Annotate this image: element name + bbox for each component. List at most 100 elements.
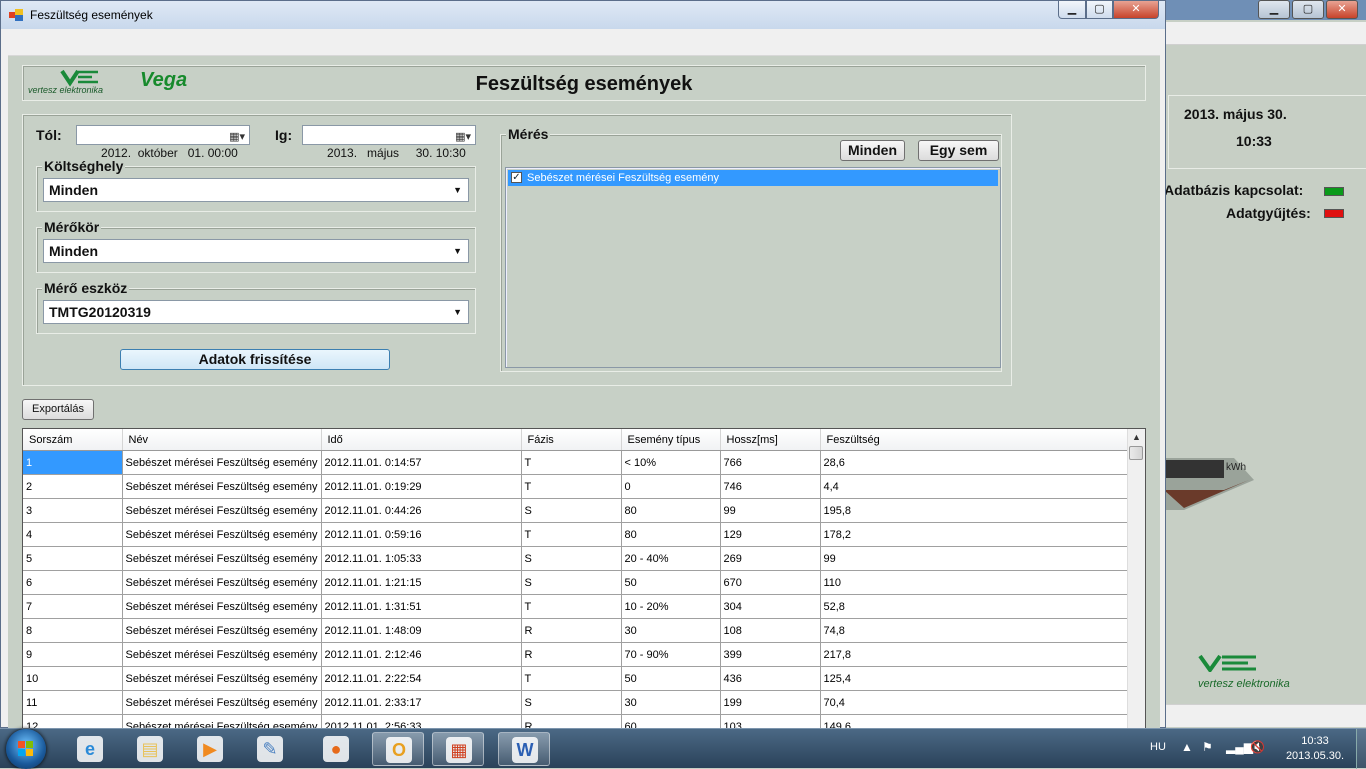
cell-hossz[interactable]: 670 <box>720 570 821 595</box>
to-date-picker[interactable]: 2013. május 30. 10:30 ▦▾ <box>302 125 476 160</box>
taskbar-app-button[interactable]: e <box>64 732 116 766</box>
table-row[interactable]: 5 Sebészet mérései Feszültség esemény 2012… <box>23 546 1130 571</box>
cell-nev[interactable]: Sebészet mérései Feszültség esemény <box>122 594 322 619</box>
cell-sorszam[interactable]: 2 <box>23 474 123 499</box>
cell-ido[interactable]: 2012.11.01. 2:33:17 <box>321 690 522 715</box>
cell-esemeny-tipus[interactable]: 20 - 40% <box>621 546 721 571</box>
cell-esemeny-tipus[interactable]: 30 <box>621 618 721 643</box>
start-button[interactable] <box>6 729 46 769</box>
cell-ido[interactable]: 2012.11.01. 1:21:15 <box>321 570 522 595</box>
system-clock[interactable]: 10:33 2013.05.30. <box>1280 734 1350 764</box>
column-header-ido[interactable]: Idő <box>321 429 522 451</box>
cell-esemeny-tipus[interactable]: 50 <box>621 666 721 691</box>
cell-hossz[interactable]: 436 <box>720 666 821 691</box>
scrollbar-thumb[interactable] <box>1129 446 1143 460</box>
cell-fazis[interactable]: T <box>521 594 622 619</box>
cell-ido[interactable]: 2012.11.01. 0:14:57 <box>321 450 522 475</box>
taskbar-app-button[interactable]: ▤ <box>124 732 176 766</box>
cell-nev[interactable]: Sebészet mérései Feszültség esemény <box>122 714 322 728</box>
table-row[interactable]: 3 Sebészet mérései Feszültség esemény 2012… <box>23 498 1130 523</box>
cell-fazis[interactable]: T <box>521 522 622 547</box>
cell-nev[interactable]: Sebészet mérései Feszültség esemény <box>122 546 322 571</box>
measurement-list-item[interactable]: ✓ Sebészet mérései Feszültség esemény <box>508 170 998 186</box>
events-data-grid[interactable]: Sorszám Név Idő Fázis Esemény típus Hoss… <box>22 428 1146 729</box>
cell-esemeny-tipus[interactable]: 70 - 90% <box>621 642 721 667</box>
cell-ido[interactable]: 2012.11.01. 0:59:16 <box>321 522 522 547</box>
table-row[interactable]: 4 Sebészet mérései Feszültség esemény 2012… <box>23 522 1130 547</box>
cell-hossz[interactable]: 766 <box>720 450 821 475</box>
cell-sorszam[interactable]: 6 <box>23 570 123 595</box>
cell-fazis[interactable]: S <box>521 690 622 715</box>
cell-feszultseg[interactable]: 217,8 <box>820 642 1130 667</box>
cell-feszultseg[interactable]: 125,4 <box>820 666 1130 691</box>
taskbar-app-button[interactable]: O <box>372 732 424 766</box>
cell-fazis[interactable]: R <box>521 714 622 728</box>
cell-feszultseg[interactable]: 195,8 <box>820 498 1130 523</box>
cell-hossz[interactable]: 746 <box>720 474 821 499</box>
cell-fazis[interactable]: R <box>521 618 622 643</box>
cell-sorszam[interactable]: 9 <box>23 642 123 667</box>
cell-nev[interactable]: Sebészet mérései Feszültség esemény <box>122 498 322 523</box>
cell-feszultseg[interactable]: 70,4 <box>820 690 1130 715</box>
cell-ido[interactable]: 2012.11.01. 1:05:33 <box>321 546 522 571</box>
cell-nev[interactable]: Sebészet mérései Feszültség esemény <box>122 666 322 691</box>
cell-esemeny-tipus[interactable]: 50 <box>621 570 721 595</box>
cell-hossz[interactable]: 99 <box>720 498 821 523</box>
cell-fazis[interactable]: T <box>521 666 622 691</box>
column-header-nev[interactable]: Név <box>122 429 322 451</box>
cell-feszultseg[interactable]: 149,6 <box>820 714 1130 728</box>
taskbar-app-button[interactable]: W <box>498 732 550 766</box>
checkbox-checked-icon[interactable]: ✓ <box>511 172 522 183</box>
cell-feszultseg[interactable]: 110 <box>820 570 1130 595</box>
cell-hossz[interactable]: 269 <box>720 546 821 571</box>
cell-esemeny-tipus[interactable]: < 10% <box>621 450 721 475</box>
taskbar-app-button[interactable]: ▦ <box>432 732 484 766</box>
minimize-button[interactable]: ▁ <box>1058 1 1086 19</box>
bg-minimize-button[interactable]: ▁ <box>1258 0 1290 19</box>
cell-feszultseg[interactable]: 99 <box>820 546 1130 571</box>
scroll-up-icon[interactable]: ▲ <box>1128 429 1145 446</box>
cell-esemeny-tipus[interactable]: 80 <box>621 498 721 523</box>
cell-sorszam[interactable]: 8 <box>23 618 123 643</box>
cell-ido[interactable]: 2012.11.01. 0:19:29 <box>321 474 522 499</box>
cell-ido[interactable]: 2012.11.01. 2:12:46 <box>321 642 522 667</box>
from-date-picker[interactable]: 2012. október 01. 00:00 ▦▾ <box>76 125 250 160</box>
cell-ido[interactable]: 2012.11.01. 1:48:09 <box>321 618 522 643</box>
language-indicator[interactable]: HU <box>1150 741 1166 753</box>
cell-sorszam[interactable]: 1 <box>23 450 123 475</box>
cell-hossz[interactable]: 129 <box>720 522 821 547</box>
cell-hossz[interactable]: 103 <box>720 714 821 728</box>
cell-nev[interactable]: Sebészet mérései Feszültség esemény <box>122 690 322 715</box>
refresh-data-button[interactable]: Adatok frissítése <box>120 349 390 370</box>
cell-feszultseg[interactable]: 178,2 <box>820 522 1130 547</box>
cell-sorszam[interactable]: 7 <box>23 594 123 619</box>
cell-nev[interactable]: Sebészet mérései Feszültség esemény <box>122 522 322 547</box>
meter-circuit-select[interactable]: Minden ▼ <box>43 239 469 263</box>
volume-muted-icon[interactable]: 🔇 <box>1250 740 1265 754</box>
cell-fazis[interactable]: S <box>521 546 622 571</box>
cell-ido[interactable]: 2012.11.01. 1:31:51 <box>321 594 522 619</box>
cell-nev[interactable]: Sebészet mérései Feszültség esemény <box>122 642 322 667</box>
close-button[interactable]: ✕ <box>1113 1 1159 19</box>
export-button[interactable]: Exportálás <box>22 399 94 420</box>
cell-esemeny-tipus[interactable]: 60 <box>621 714 721 728</box>
cell-esemeny-tipus[interactable]: 80 <box>621 522 721 547</box>
meter-device-select[interactable]: TMTG20120319 ▼ <box>43 300 469 324</box>
cell-sorszam[interactable]: 12 <box>23 714 123 728</box>
taskbar-app-button[interactable]: ▶ <box>184 732 236 766</box>
select-all-button[interactable]: Minden <box>840 140 905 161</box>
cost-center-select[interactable]: Minden ▼ <box>43 178 469 202</box>
bg-close-button[interactable]: ✕ <box>1326 0 1358 19</box>
cell-nev[interactable]: Sebészet mérései Feszültség esemény <box>122 474 322 499</box>
cell-sorszam[interactable]: 5 <box>23 546 123 571</box>
cell-esemeny-tipus[interactable]: 10 - 20% <box>621 594 721 619</box>
cell-sorszam[interactable]: 3 <box>23 498 123 523</box>
cell-feszultseg[interactable]: 28,6 <box>820 450 1130 475</box>
cell-sorszam[interactable]: 10 <box>23 666 123 691</box>
column-header-sorszam[interactable]: Sorszám <box>23 429 123 451</box>
maximize-button[interactable]: ▢ <box>1086 1 1113 19</box>
table-row[interactable]: 9 Sebészet mérései Feszültség esemény 2012… <box>23 642 1130 667</box>
window-titlebar[interactable]: Feszültség események ▁ ▢ ✕ <box>1 1 1165 29</box>
table-row[interactable]: 2 Sebészet mérései Feszültség esemény 2012… <box>23 474 1130 499</box>
cell-hossz[interactable]: 108 <box>720 618 821 643</box>
